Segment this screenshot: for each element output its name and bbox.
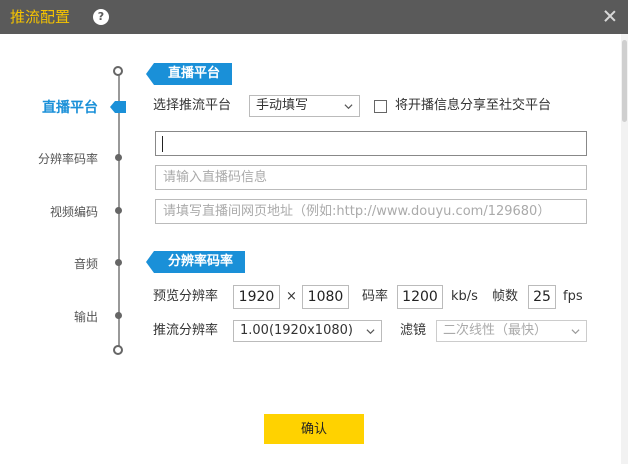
nav-item-audio[interactable]: 音频: [74, 255, 98, 272]
close-icon[interactable]: [600, 6, 620, 26]
preview-height-input[interactable]: 1080: [302, 285, 349, 309]
fps-label: 帧数: [492, 289, 519, 304]
nav-active-marker: [110, 101, 126, 113]
nav-dot: [115, 154, 122, 161]
nav-item-platform[interactable]: 直播平台: [42, 97, 98, 117]
bitrate-unit: kb/s: [451, 289, 478, 304]
room-url-input[interactable]: 请填写直播间网页地址（例如:http://www.douyu.com/12968…: [155, 199, 587, 224]
platform-select[interactable]: 手动填写: [249, 95, 360, 117]
window-title: 推流配置: [10, 8, 71, 26]
nav-item-video-encoding[interactable]: 视频编码: [50, 203, 98, 220]
title-bar: 推流配置 ?: [0, 0, 628, 34]
nav-dot: [115, 312, 122, 319]
section-tag-platform: 直播平台: [145, 63, 233, 85]
chevron-down-icon: [366, 329, 375, 335]
confirm-button[interactable]: 确认: [264, 414, 364, 444]
share-checkbox[interactable]: [374, 100, 387, 113]
timeline-end-circle: [113, 345, 123, 355]
filter-select[interactable]: 二次线性（最快）: [436, 320, 587, 342]
scrollbar-thumb[interactable]: [622, 40, 627, 122]
nav-item-resolution[interactable]: 分辨率码率: [38, 150, 98, 167]
section-tag-resolution: 分辨率码率: [145, 251, 246, 273]
stream-key-input[interactable]: 请输入直播码信息: [155, 165, 587, 190]
times-sign: ×: [286, 289, 297, 304]
nav-item-output[interactable]: 输出: [74, 308, 98, 325]
stream-resolution-value: 1.00(1920x1080): [240, 323, 353, 338]
fps-unit: fps: [563, 289, 583, 304]
help-icon[interactable]: ?: [93, 9, 109, 25]
share-label: 将开播信息分享至社交平台: [395, 98, 552, 113]
stream-resolution-label: 推流分辨率: [153, 323, 219, 338]
stream-resolution-select[interactable]: 1.00(1920x1080): [233, 320, 382, 342]
platform-select-value: 手动填写: [256, 98, 309, 113]
filter-value: 二次线性（最快）: [443, 323, 548, 338]
server-url-input[interactable]: [155, 131, 587, 156]
stream-key-placeholder: 请输入直播码信息: [163, 170, 268, 185]
chevron-down-icon: [344, 104, 353, 110]
fps-input[interactable]: 25: [528, 285, 556, 309]
preview-width-input[interactable]: 1920: [233, 285, 280, 309]
bitrate-input[interactable]: 1200: [397, 285, 443, 309]
text-caret: [162, 136, 163, 152]
filter-label: 滤镜: [400, 323, 427, 338]
nav-dot: [115, 207, 122, 214]
timeline-start-circle: [113, 66, 123, 76]
room-url-placeholder: 请填写直播间网页地址（例如:http://www.douyu.com/12968…: [163, 204, 551, 219]
nav-dot: [115, 259, 122, 266]
chevron-down-icon: [571, 329, 580, 335]
platform-select-label: 选择推流平台: [153, 98, 232, 113]
preview-resolution-label: 预览分辨率: [153, 289, 219, 304]
bitrate-label: 码率: [362, 289, 389, 304]
